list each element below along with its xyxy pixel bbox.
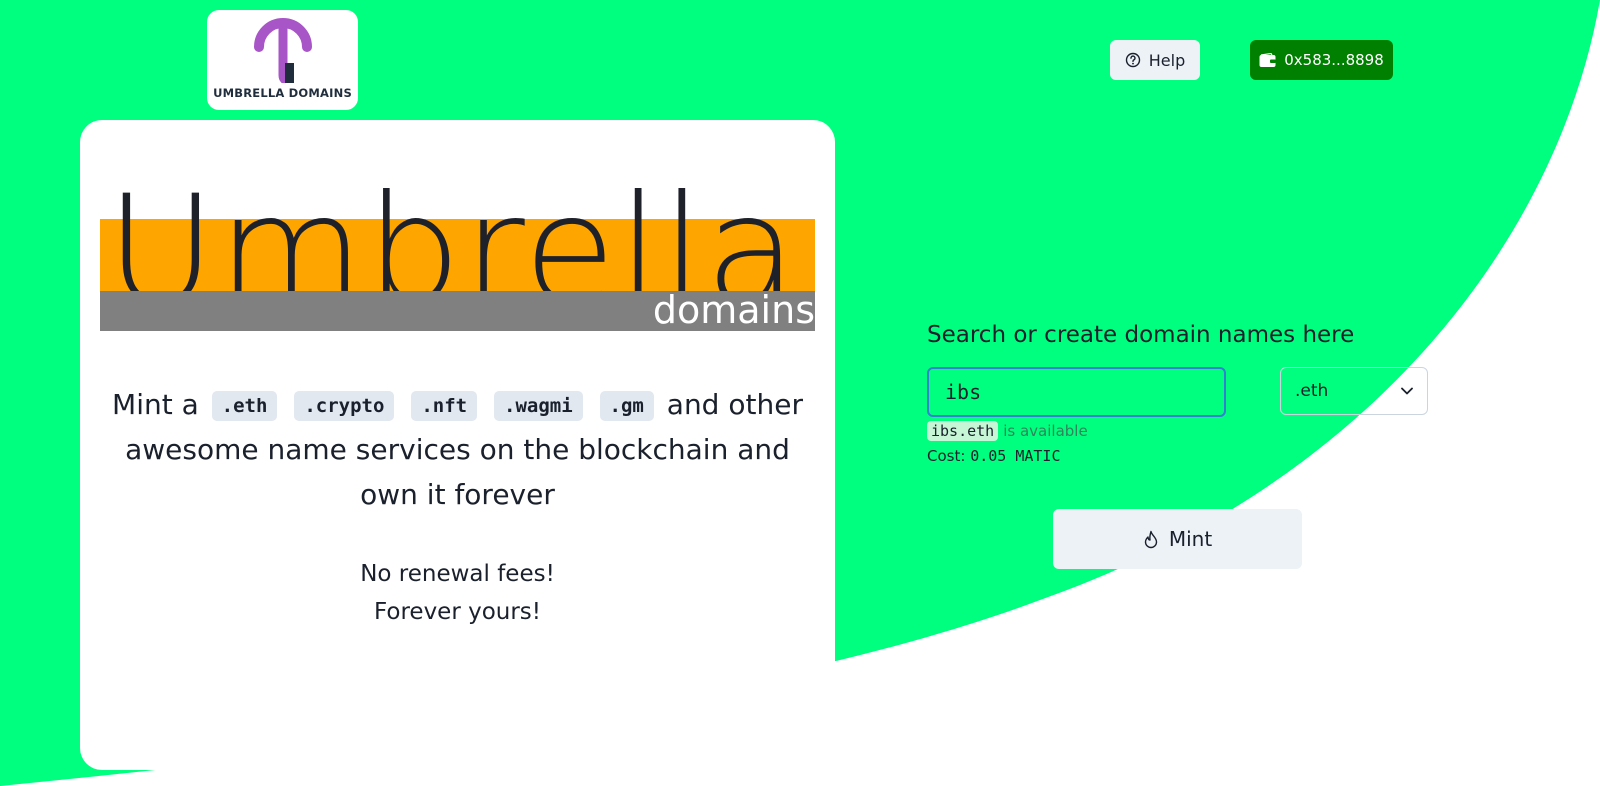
cost-value: 0.05 MATIC [970, 447, 1061, 465]
domain-search-input[interactable] [927, 367, 1226, 417]
umbrella-banner: Umbrella domains [100, 172, 815, 335]
hero-tagline: Mint a .eth .crypto .nft .wagmi .gm and … [100, 382, 815, 517]
perks-text: No renewal fees! Forever yours! [100, 555, 815, 631]
available-domain: ibs.eth [927, 421, 999, 441]
tld-badge-crypto: .crypto [294, 391, 395, 421]
cost-line: Cost: 0.05 MATIC [927, 447, 1061, 465]
mint-button[interactable]: Mint [1053, 509, 1302, 569]
question-circle-icon [1125, 52, 1140, 68]
tld-select[interactable]: .eth [1280, 367, 1428, 415]
mint-label: Mint [1168, 527, 1213, 551]
tld-badge-nft: .nft [411, 391, 478, 421]
chevron-down-icon [1401, 387, 1413, 395]
wallet-address: 0x583...8898 [1284, 51, 1384, 69]
perk-no-renewal: No renewal fees! [360, 561, 555, 587]
wallet-button[interactable]: 0x583...8898 [1250, 40, 1393, 80]
availability-status: ibs.eth is available [927, 421, 1088, 441]
umbrella-logo-icon [253, 18, 312, 83]
help-button[interactable]: Help [1110, 40, 1200, 80]
perk-forever: Forever yours! [373, 599, 542, 625]
tld-badge-wagmi: .wagmi [494, 391, 583, 421]
tld-badge-gm: .gm [599, 391, 654, 421]
logo-text: UMBRELLA DOMAINS [213, 86, 352, 100]
wallet-icon [1259, 52, 1277, 67]
tld-select-value: .eth [1295, 381, 1329, 401]
hero-card: Umbrella domains Mint a .eth .crypto .nf… [80, 120, 835, 770]
tld-badge-eth: .eth [211, 391, 278, 421]
banner-big-word: Umbrella [106, 172, 800, 291]
search-title: Search or create domain names here [927, 322, 1355, 348]
umbrella-logo[interactable]: UMBRELLA DOMAINS [207, 10, 358, 110]
banner-sub-word: domains [652, 288, 815, 332]
flame-icon [1144, 530, 1158, 548]
tagline-prefix: Mint a [112, 388, 199, 421]
availability-text: is available [1003, 422, 1088, 440]
cost-label: Cost: [927, 447, 966, 465]
help-label: Help [1148, 50, 1186, 70]
